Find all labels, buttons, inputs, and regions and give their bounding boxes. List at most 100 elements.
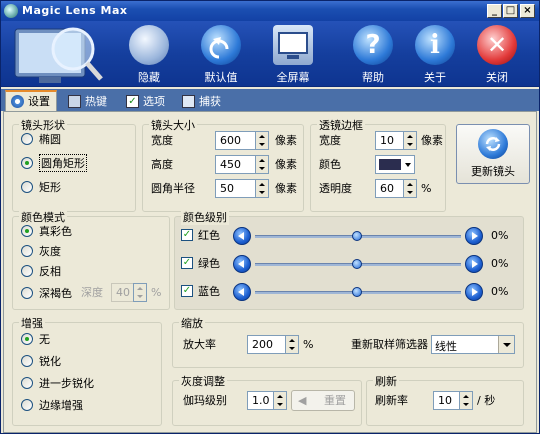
close-icon: ✕ (477, 25, 517, 65)
defaults-label: 默认值 (204, 71, 238, 84)
tab-settings-label: 设置 (28, 95, 50, 108)
border-width-unit: 像素 (421, 134, 443, 147)
about-label: 关于 (424, 71, 446, 84)
green-channel-checkbox[interactable]: ✓ 绿色 (181, 255, 220, 271)
keyboard-icon (68, 95, 81, 108)
border-color-picker[interactable] (375, 155, 415, 174)
shape-ellipse-radio[interactable]: 椭圆 (21, 131, 61, 147)
blue-increase-button[interactable] (465, 283, 483, 301)
close-window-button[interactable]: × (520, 4, 535, 18)
tab-settings[interactable]: 设置 (5, 90, 57, 112)
window-title: Magic Lens Max (22, 4, 128, 17)
fullscreen-icon (273, 25, 313, 65)
app-window: Magic Lens Max _ □ × 隐藏 默认值 全屏幕 ? 帮助 i 关… (0, 0, 540, 434)
sepia-depth-spinner[interactable]: 40 (111, 283, 147, 302)
green-increase-button[interactable] (465, 255, 483, 273)
enhance-none-radio[interactable]: 无 (21, 331, 50, 347)
border-width-label: 宽度 (319, 134, 341, 147)
tab-options[interactable]: ✓ 选项 (121, 92, 171, 111)
tab-capture-label: 捕获 (199, 95, 221, 108)
gamma-level-spinner[interactable]: 1.0 (247, 391, 287, 410)
help-button[interactable]: ? 帮助 (341, 25, 405, 85)
close-app-button[interactable]: ✕ 关闭 (465, 25, 529, 85)
minimize-button[interactable]: _ (487, 4, 502, 18)
app-lens-icon[interactable] (4, 4, 18, 18)
color-mode-group: 颜色模式 真彩色 灰度 反相 深褐色 深度 40 % (12, 209, 170, 310)
mode-true-color-radio[interactable]: 真彩色 (21, 223, 72, 239)
color-level-label: 颜色级别 (181, 209, 229, 225)
lens-border-label: 透镜边框 (317, 117, 365, 133)
lens-border-group: 透镜边框 宽度 10 像素 颜色 透明度 60 % (310, 117, 446, 212)
border-color-label: 颜色 (319, 158, 341, 171)
app-logo (1, 21, 111, 87)
main-toolbar: 隐藏 默认值 全屏幕 ? 帮助 i 关于 ✕ 关闭 (1, 21, 539, 87)
refresh-group: 刷新 刷新率 10 / 秒 (366, 373, 524, 426)
fullscreen-button[interactable]: 全屏幕 (261, 25, 325, 85)
lens-shape-group: 镜头形状 椭圆 圆角矩形 矩形 (12, 117, 136, 212)
resample-filter-select[interactable]: 线性 (431, 335, 515, 354)
red-slider-thumb[interactable] (352, 231, 362, 241)
maximize-button[interactable]: □ (503, 4, 518, 18)
refresh-lens-button[interactable]: 更新镜头 (456, 124, 530, 184)
green-slider-thumb[interactable] (352, 259, 362, 269)
hide-label: 隐藏 (138, 71, 160, 84)
title-bar: Magic Lens Max _ □ × (1, 1, 539, 21)
lens-width-spinner[interactable]: 600 (215, 131, 269, 150)
shape-rect-radio[interactable]: 矩形 (21, 179, 61, 195)
blue-slider-thumb[interactable] (352, 287, 362, 297)
zoom-label: 缩放 (179, 315, 205, 331)
lens-height-spinner[interactable]: 450 (215, 155, 269, 174)
refresh-rate-unit: / 秒 (477, 394, 496, 407)
defaults-button[interactable]: 默认值 (189, 25, 253, 85)
about-button[interactable]: i 关于 (403, 25, 467, 85)
gray-adjust-label: 灰度调整 (179, 373, 227, 389)
lens-size-group: 镜头大小 宽度 600 像素 高度 450 像素 圆角半径 50 像素 (142, 117, 304, 212)
enhance-sharpen-radio[interactable]: 锐化 (21, 353, 61, 369)
corner-radius-unit: 像素 (275, 182, 297, 195)
refresh-icon (478, 129, 508, 159)
info-icon: i (415, 25, 455, 65)
lens-height-label: 高度 (151, 158, 173, 171)
tab-capture[interactable]: 捕获 (177, 92, 227, 111)
mode-grayscale-radio[interactable]: 灰度 (21, 243, 61, 259)
enhance-sharpen-more-radio[interactable]: 进一步锐化 (21, 375, 94, 391)
undo-icon (201, 25, 241, 65)
blue-channel-checkbox[interactable]: ✓ 蓝色 (181, 283, 220, 299)
back-arrow-icon: ◀ (298, 394, 307, 407)
screen-capture-icon (182, 95, 195, 108)
opacity-unit: % (421, 182, 432, 195)
blue-level-slider[interactable] (233, 283, 483, 303)
opacity-spinner[interactable]: 60 (375, 179, 417, 198)
enhance-edge-radio[interactable]: 边缘增强 (21, 397, 83, 413)
tab-hotkeys[interactable]: 热键 (63, 92, 113, 111)
corner-radius-label: 圆角半径 (151, 182, 195, 195)
red-channel-checkbox[interactable]: ✓ 红色 (181, 227, 220, 243)
refresh-rate-spinner[interactable]: 10 (433, 391, 473, 410)
blue-level-value: 0% (491, 285, 509, 298)
reset-button[interactable]: ◀ 重置 (291, 390, 355, 411)
lens-width-unit: 像素 (275, 134, 297, 147)
dropdown-arrow-icon[interactable] (498, 336, 514, 353)
mode-invert-radio[interactable]: 反相 (21, 263, 61, 279)
lens-size-label: 镜头大小 (149, 117, 197, 133)
hide-button[interactable]: 隐藏 (117, 25, 181, 85)
checkbox-icon: ✓ (126, 95, 139, 108)
zoom-ratio-spinner[interactable]: 200 (247, 335, 299, 354)
mode-sepia-radio[interactable]: 深褐色 (21, 285, 72, 301)
red-increase-button[interactable] (465, 227, 483, 245)
lens-width-label: 宽度 (151, 134, 173, 147)
hide-icon (129, 25, 169, 65)
sepia-depth-label: 深度 (81, 286, 103, 299)
red-decrease-button[interactable] (233, 227, 251, 245)
border-width-spinner[interactable]: 10 (375, 131, 417, 150)
shape-rounded-rect-radio[interactable]: 圆角矩形 (21, 154, 87, 172)
blue-decrease-button[interactable] (233, 283, 251, 301)
red-level-slider[interactable] (233, 227, 483, 247)
green-level-slider[interactable] (233, 255, 483, 275)
refresh-lens-label: 更新镜头 (471, 165, 515, 178)
resample-filter-label: 重新取样筛选器 (351, 338, 428, 351)
corner-radius-spinner[interactable]: 50 (215, 179, 269, 198)
green-decrease-button[interactable] (233, 255, 251, 273)
red-level-value: 0% (491, 229, 509, 242)
opacity-label: 透明度 (319, 182, 352, 195)
